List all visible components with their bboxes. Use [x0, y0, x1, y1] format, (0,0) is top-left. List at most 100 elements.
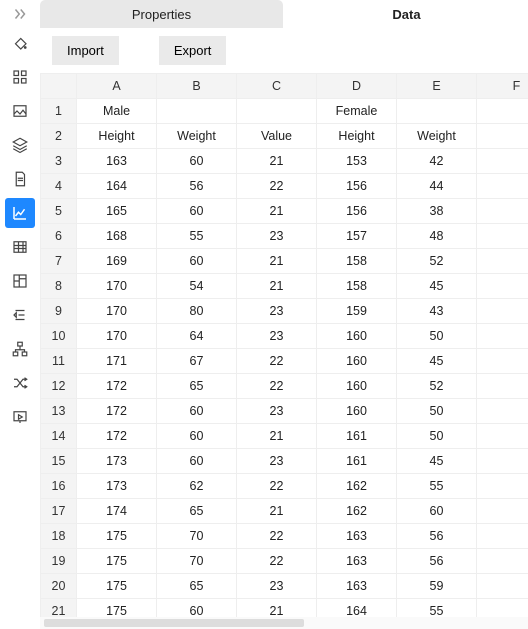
cell[interactable]: 22	[237, 474, 317, 499]
row-header[interactable]: 12	[41, 374, 77, 399]
cell[interactable]: Value	[237, 124, 317, 149]
cell[interactable]: 170	[77, 299, 157, 324]
cell[interactable]: 163	[317, 549, 397, 574]
cell[interactable]	[477, 499, 528, 524]
cell[interactable]: 165	[77, 199, 157, 224]
cell[interactable]: 23	[237, 399, 317, 424]
cell[interactable]: 161	[317, 449, 397, 474]
cell[interactable]: 173	[77, 449, 157, 474]
cell[interactable]: 42	[397, 149, 477, 174]
cell[interactable]: 60	[157, 249, 237, 274]
chart-icon[interactable]	[5, 198, 35, 228]
row-header[interactable]: 7	[41, 249, 77, 274]
cell[interactable]: 44	[397, 174, 477, 199]
cell[interactable]: 170	[77, 274, 157, 299]
cell[interactable]: 48	[397, 224, 477, 249]
cell[interactable]: 56	[397, 549, 477, 574]
tab-properties[interactable]: Properties	[40, 0, 283, 28]
row-header[interactable]: 19	[41, 549, 77, 574]
column-header[interactable]: A	[77, 74, 157, 99]
cell[interactable]: 21	[237, 274, 317, 299]
cell[interactable]: 56	[397, 524, 477, 549]
row-header[interactable]: 11	[41, 349, 77, 374]
row-header[interactable]: 5	[41, 199, 77, 224]
cell[interactable]	[477, 474, 528, 499]
cell[interactable]: 164	[317, 599, 397, 618]
row-header[interactable]: 6	[41, 224, 77, 249]
cell[interactable]: 52	[397, 249, 477, 274]
cell[interactable]: 50	[397, 424, 477, 449]
row-header[interactable]: 15	[41, 449, 77, 474]
cell[interactable]: Male	[77, 99, 157, 124]
cell[interactable]: 160	[317, 349, 397, 374]
row-header[interactable]: 20	[41, 574, 77, 599]
cell[interactable]: 172	[77, 399, 157, 424]
cell[interactable]	[477, 249, 528, 274]
cell[interactable]	[477, 524, 528, 549]
cell[interactable]	[477, 99, 528, 124]
cell[interactable]: 21	[237, 149, 317, 174]
row-header[interactable]: 14	[41, 424, 77, 449]
cell[interactable]: 38	[397, 199, 477, 224]
row-header[interactable]: 17	[41, 499, 77, 524]
cell[interactable]: 163	[317, 574, 397, 599]
row-header[interactable]: 4	[41, 174, 77, 199]
cell[interactable]: 55	[397, 599, 477, 618]
cell[interactable]: 23	[237, 224, 317, 249]
cell[interactable]: 45	[397, 274, 477, 299]
row-header[interactable]: 10	[41, 324, 77, 349]
cell[interactable]: 23	[237, 449, 317, 474]
cell[interactable]: 60	[157, 199, 237, 224]
cell[interactable]: 169	[77, 249, 157, 274]
cell[interactable]: Height	[77, 124, 157, 149]
cell[interactable]: 23	[237, 299, 317, 324]
cell[interactable]: 168	[77, 224, 157, 249]
cell[interactable]	[477, 449, 528, 474]
grid-icon[interactable]	[5, 62, 35, 92]
export-button[interactable]: Export	[159, 36, 227, 65]
cell[interactable]: 22	[237, 524, 317, 549]
cell[interactable]: 45	[397, 449, 477, 474]
cell[interactable]: 160	[317, 324, 397, 349]
horizontal-scrollbar[interactable]	[40, 617, 528, 629]
cell[interactable]: Female	[317, 99, 397, 124]
cell[interactable]: 21	[237, 249, 317, 274]
row-header[interactable]: 8	[41, 274, 77, 299]
cell[interactable]: 60	[397, 499, 477, 524]
cell[interactable]: 160	[317, 399, 397, 424]
cell[interactable]: 158	[317, 274, 397, 299]
cell[interactable]: 22	[237, 374, 317, 399]
cell[interactable]: 161	[317, 424, 397, 449]
cell[interactable]: 156	[317, 174, 397, 199]
cell[interactable]	[477, 274, 528, 299]
cell[interactable]: 21	[237, 499, 317, 524]
cell[interactable]: 50	[397, 324, 477, 349]
cell[interactable]: 153	[317, 149, 397, 174]
cell[interactable]: 21	[237, 599, 317, 618]
image-icon[interactable]	[5, 96, 35, 126]
row-header[interactable]: 21	[41, 599, 77, 618]
cell[interactable]: 175	[77, 574, 157, 599]
cell[interactable]: 22	[237, 174, 317, 199]
cell[interactable]: Height	[317, 124, 397, 149]
cell[interactable]: 65	[157, 499, 237, 524]
cell[interactable]: 54	[157, 274, 237, 299]
cell[interactable]	[477, 224, 528, 249]
row-header[interactable]: 9	[41, 299, 77, 324]
cell[interactable]: 160	[317, 374, 397, 399]
cell[interactable]	[477, 149, 528, 174]
cell[interactable]: 70	[157, 524, 237, 549]
cell[interactable]: 60	[157, 149, 237, 174]
cell[interactable]: 163	[317, 524, 397, 549]
cell[interactable]: 158	[317, 249, 397, 274]
row-header[interactable]: 3	[41, 149, 77, 174]
cell[interactable]: 175	[77, 549, 157, 574]
row-header[interactable]: 16	[41, 474, 77, 499]
cell[interactable]	[477, 324, 528, 349]
cell[interactable]: 22	[237, 349, 317, 374]
cell[interactable]	[477, 349, 528, 374]
cell[interactable]: Weight	[157, 124, 237, 149]
row-header[interactable]: 2	[41, 124, 77, 149]
cell[interactable]: 21	[237, 199, 317, 224]
dashboard-icon[interactable]	[5, 266, 35, 296]
